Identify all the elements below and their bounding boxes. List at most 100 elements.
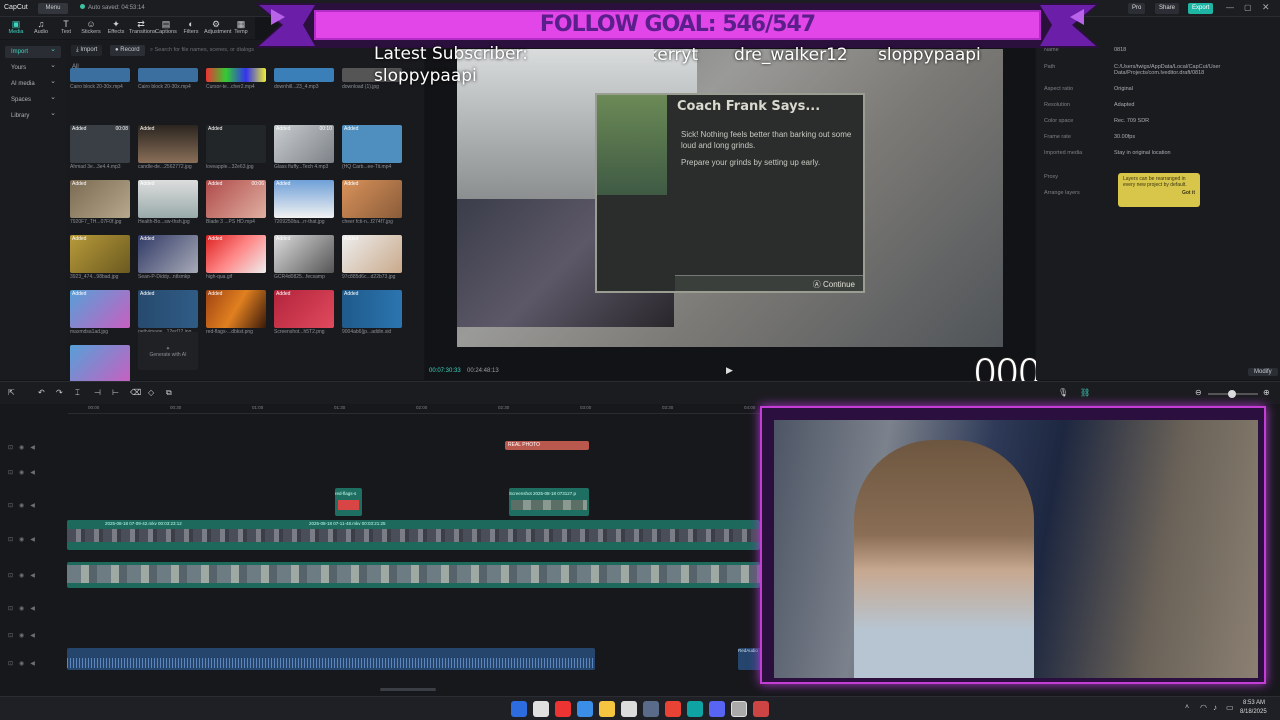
import-button[interactable]: ⤓ Import (71, 45, 103, 56)
nav-library[interactable]: Library (5, 108, 61, 122)
pro-button[interactable]: Pro (1128, 3, 1146, 14)
media-item[interactable]: Added (206, 290, 266, 328)
audio-icon[interactable]: ◀ (30, 537, 35, 543)
audio-icon[interactable]: ◀ (30, 503, 35, 509)
capcut-icon[interactable] (731, 701, 747, 717)
lock-icon[interactable]: ⊡ (8, 573, 13, 579)
media-item[interactable]: Added (70, 180, 130, 218)
clock-time[interactable]: 8:53 AM (1243, 700, 1265, 706)
minimize-icon[interactable]: — (1226, 3, 1234, 12)
media-item[interactable] (206, 68, 266, 82)
tray-chevron-icon[interactable]: ˄ (1185, 704, 1189, 711)
timeline-scrollbar[interactable] (380, 688, 436, 691)
media-item[interactable] (138, 68, 198, 82)
game-video-track[interactable] (67, 562, 760, 588)
media-item[interactable] (274, 68, 334, 82)
audio-icon[interactable]: ◀ (30, 470, 35, 476)
crop-icon[interactable]: ⧉ (166, 388, 172, 398)
media-item[interactable]: Added (342, 290, 402, 328)
media-item[interactable]: Added (274, 235, 334, 273)
undo-icon[interactable]: ↶ (38, 388, 45, 397)
redo-icon[interactable]: ↷ (56, 388, 63, 397)
media-item[interactable] (70, 68, 130, 82)
media-item[interactable]: Added 00:10 (274, 125, 334, 163)
search-icon[interactable] (533, 701, 549, 717)
audio-icon[interactable]: ◀ (30, 573, 35, 579)
zoom-handle[interactable] (1228, 390, 1236, 398)
wifi-icon[interactable]: ◠ (1200, 703, 1207, 712)
link-icon[interactable]: ⛓ (1080, 388, 1090, 397)
media-item[interactable]: Added (138, 235, 198, 273)
zoom-slider[interactable] (1208, 390, 1258, 398)
eye-icon[interactable]: ◉ (19, 573, 24, 579)
steam-icon[interactable] (643, 701, 659, 717)
battery-icon[interactable]: ▭ (1226, 703, 1234, 712)
modify-button[interactable]: Modify (1248, 368, 1278, 376)
media-item[interactable]: Added (342, 125, 402, 163)
opera-icon[interactable] (555, 701, 571, 717)
media-item[interactable]: Added 00:06 (206, 180, 266, 218)
lock-icon[interactable]: ⊡ (8, 470, 13, 476)
media-item[interactable]: Added (342, 235, 402, 273)
mic-icon[interactable]: 🎙 (1058, 388, 1068, 397)
split-right-icon[interactable]: ⊢ (112, 388, 119, 397)
split-left-icon[interactable]: ⊣ (94, 388, 101, 397)
tool-adjustment[interactable]: ⚙ Adjustment (204, 19, 232, 37)
nav-ai-media[interactable]: AI media (5, 76, 61, 90)
tool-temp[interactable]: ▦ Temp (229, 19, 253, 37)
eye-icon[interactable]: ◉ (19, 537, 24, 543)
media-item[interactable]: Added (138, 180, 198, 218)
start-icon[interactable] (511, 701, 527, 717)
tool-stickers[interactable]: ☺ Stickers (79, 19, 103, 37)
clock-date[interactable]: 8/18/2025 (1240, 709, 1267, 715)
media-item[interactable]: Added (274, 290, 334, 328)
nav-import[interactable]: Import (5, 44, 61, 58)
eye-icon[interactable]: ◉ (19, 661, 24, 667)
menu-button[interactable]: Menu (38, 3, 68, 14)
tool-transitions[interactable]: ⇄ Transitions (129, 19, 156, 37)
media-item[interactable]: Added (70, 235, 130, 273)
lock-icon[interactable]: ⊡ (8, 445, 13, 451)
play-icon[interactable]: ▶ (726, 365, 733, 376)
lock-icon[interactable]: ⊡ (8, 537, 13, 543)
lock-icon[interactable]: ⊡ (8, 503, 13, 509)
export-button[interactable]: Export (1188, 3, 1214, 14)
main-video-track[interactable]: 2025-08-18 07-09-42.mkv 00:03:23:12 2025… (67, 520, 760, 550)
nav-yours[interactable]: Yours (5, 60, 61, 74)
text-clip[interactable]: REAL PHOTO (505, 441, 589, 450)
discord-icon[interactable] (709, 701, 725, 717)
eye-icon[interactable]: ◉ (19, 606, 24, 612)
obs-icon[interactable] (753, 701, 769, 717)
marker-icon[interactable]: ◇ (148, 388, 154, 397)
maximize-icon[interactable]: ▢ (1244, 3, 1252, 12)
delete-icon[interactable]: ⌫ (130, 388, 141, 397)
image-clip-redflags[interactable]: red-flags-s (335, 488, 362, 516)
share-button[interactable]: Share (1155, 3, 1180, 14)
audio-icon[interactable]: ◀ (30, 633, 35, 639)
media-item[interactable]: Added (274, 180, 334, 218)
lock-icon[interactable]: ⊡ (8, 606, 13, 612)
media-item[interactable]: Added (70, 290, 130, 328)
media-item[interactable]: Added 00:08 (70, 125, 130, 163)
audio-track[interactable] (67, 648, 595, 670)
close-icon[interactable]: ✕ (1262, 2, 1270, 13)
tooltip-got-it[interactable]: Got it (1123, 190, 1195, 196)
tool-text[interactable]: T Text (54, 19, 78, 37)
edge-icon[interactable] (687, 701, 703, 717)
tool-media[interactable]: ▣ Media (4, 19, 28, 37)
generate-ai-tile[interactable]: ✦ Generate with AI (138, 332, 198, 370)
split-icon[interactable]: ⌶ (75, 388, 80, 398)
file-explorer-icon[interactable] (577, 701, 593, 717)
continue-button[interactable]: Ⓐ Continue (813, 279, 855, 290)
audio-icon[interactable]: ◀ (30, 445, 35, 451)
time-ruler[interactable]: 00:00 00:30 01:00 01:30 02:00 02:30 03:00 03:30… (68, 404, 768, 414)
audio-clip-end[interactable]: RedAudio (738, 648, 762, 670)
volume-icon[interactable]: ♪ (1213, 703, 1217, 712)
chrome-icon[interactable] (665, 701, 681, 717)
media-item[interactable]: Added (206, 235, 266, 273)
media-item[interactable]: Added (138, 290, 198, 328)
tool-effects[interactable]: ✦ Effects (104, 19, 128, 37)
image-clip-screenshot[interactable]: Screenshot 2025-08-18 073127.p (509, 488, 589, 516)
eye-icon[interactable]: ◉ (19, 503, 24, 509)
eye-icon[interactable]: ◉ (19, 470, 24, 476)
